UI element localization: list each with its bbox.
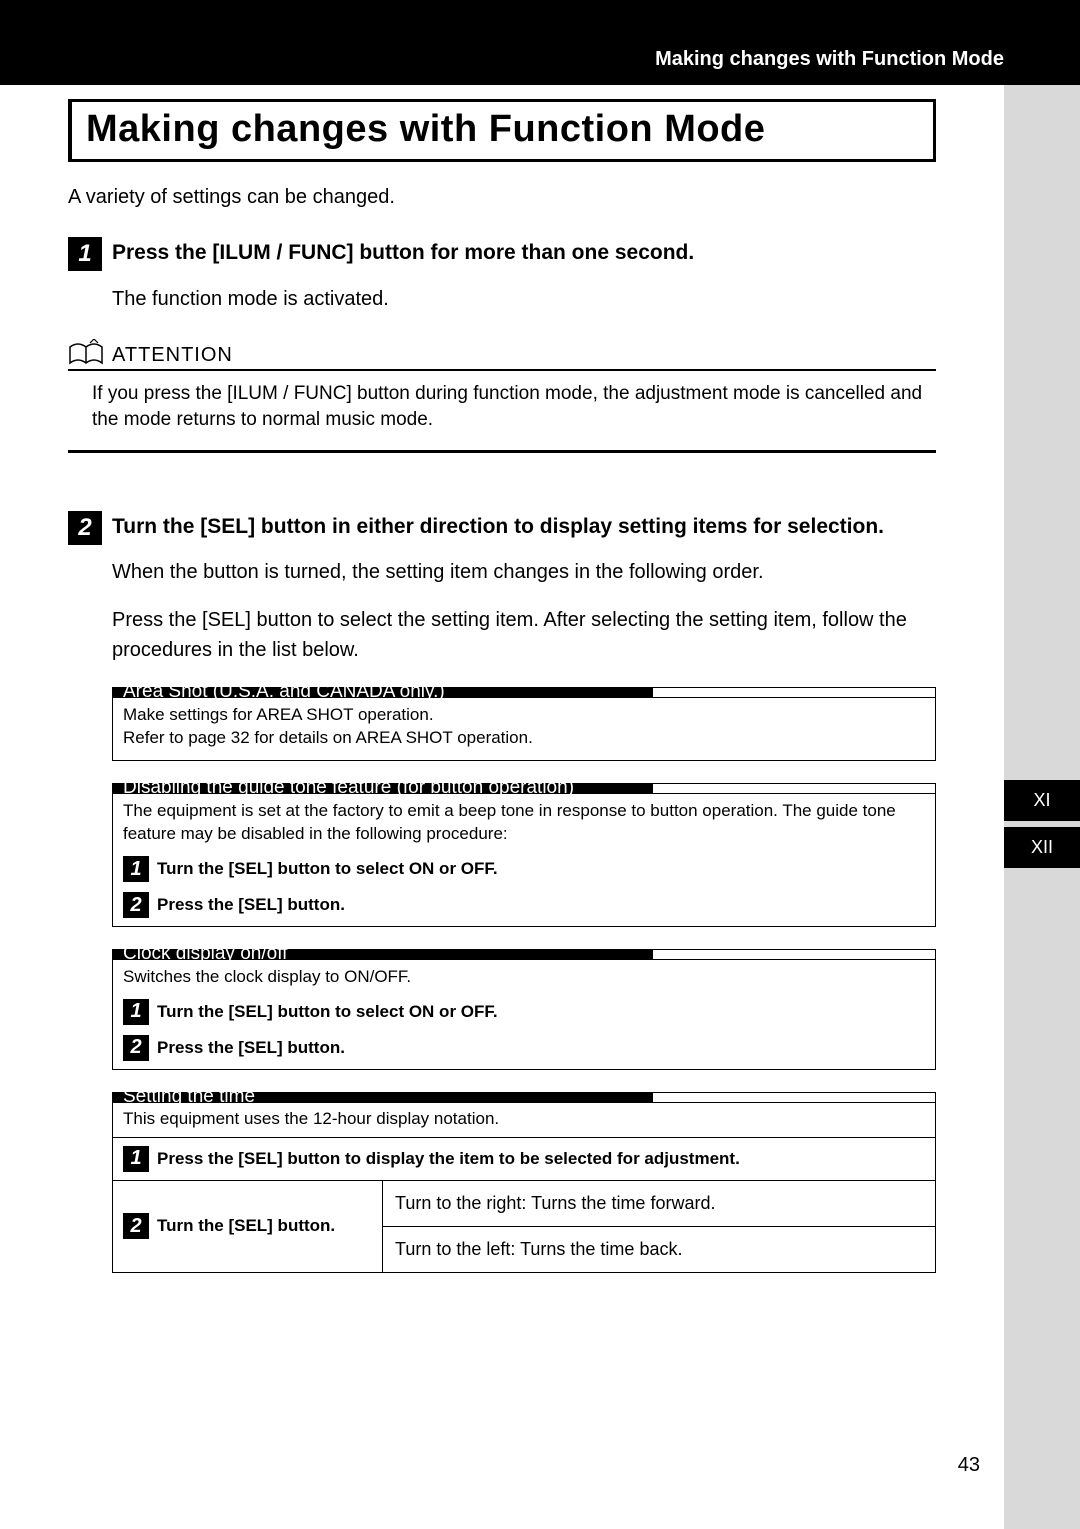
guide-tone-substep-2: 2 Press the [SEL] button. [123,892,925,918]
attention-text: If you press the [ILUM / FUNC] button du… [68,381,936,432]
attention-divider [68,450,936,453]
box-area-shot-line1: Make settings for AREA SHOT operation. [123,704,925,727]
step-2-p2: Press the [SEL] button to select the set… [112,605,936,665]
substep-text: Turn the [SEL] button. [157,1216,335,1236]
substep-number: 2 [123,892,149,918]
substep-number: 1 [123,1146,149,1172]
intro-text: A variety of settings can be changed. [68,186,936,209]
substep-number: 1 [123,856,149,882]
substep-text: Press the [SEL] button. [157,1037,345,1060]
header-title: Making changes with Function Mode [655,48,1004,71]
time-substep-1: 1 Press the [SEL] button to display the … [113,1137,935,1180]
side-tabs: XI XII [1004,780,1080,874]
attention-block: ATTENTION If you press the [ILUM / FUNC]… [68,339,936,471]
page-content: Making changes with Function Mode A vari… [0,99,1004,1273]
guide-tone-substep-1: 1 Turn the [SEL] button to select ON or … [123,856,925,882]
step-2-number: 2 [68,511,102,545]
box-time-desc: This equipment uses the 12-hour display … [113,1103,935,1137]
page-number: 43 [958,1454,980,1477]
step-2: 2 Turn the [SEL] button in either direct… [68,511,936,1273]
box-guide-tone-title: Disabling the guide tone feature (for bu… [113,784,653,793]
substep-number: 2 [123,1213,149,1239]
box-time: Setting the time This equipment uses the… [112,1092,936,1273]
substep-text: Press the [SEL] button to display the it… [157,1149,740,1169]
box-area-shot-title: Area Shot (U.S.A. and CANADA only.) [113,688,653,697]
time-substep-2: 2 Turn the [SEL] button. Turn to the rig… [113,1180,935,1272]
box-guide-tone: Disabling the guide tone feature (for bu… [112,783,936,927]
page-title: Making changes with Function Mode [86,108,919,151]
step-2-p1: When the button is turned, the setting i… [112,557,936,587]
side-tab-xi[interactable]: XI [1004,780,1080,821]
step-2-heading: Turn the [SEL] button in either directio… [112,511,936,539]
top-header-bar: Making changes with Function Mode [0,0,1080,85]
step-1-desc: The function mode is activated. [112,285,936,313]
page-title-box: Making changes with Function Mode [68,99,936,162]
substep-number: 1 [123,999,149,1025]
box-area-shot: Area Shot (U.S.A. and CANADA only.) Make… [112,687,936,761]
box-clock-title: Clock display on/off [113,950,653,959]
box-guide-tone-desc: The equipment is set at the factory to e… [123,800,925,846]
box-clock: Clock display on/off Switches the clock … [112,949,936,1070]
right-gray-strip [1004,0,1080,1529]
box-time-title: Setting the time [113,1093,653,1102]
side-tab-xii[interactable]: XII [1004,827,1080,868]
box-clock-desc: Switches the clock display to ON/OFF. [123,966,925,989]
step-1-number: 1 [68,237,102,271]
substep-text: Turn the [SEL] button to select ON or OF… [157,1001,498,1024]
substep-text: Turn the [SEL] button to select ON or OF… [157,858,498,881]
time-turn-right: Turn to the right: Turns the time forwar… [383,1181,935,1226]
attention-label: ATTENTION [112,344,233,367]
step-1-heading: Press the [ILUM / FUNC] button for more … [112,237,936,265]
time-turn-left: Turn to the left: Turns the time back. [383,1226,935,1272]
step-1: 1 Press the [ILUM / FUNC] button for mor… [68,237,936,313]
substep-text: Press the [SEL] button. [157,894,345,917]
box-area-shot-line2: Refer to page 32 for details on AREA SHO… [123,727,925,750]
book-icon [68,339,104,367]
substep-number: 2 [123,1035,149,1061]
clock-substep-1: 1 Turn the [SEL] button to select ON or … [123,999,925,1025]
clock-substep-2: 2 Press the [SEL] button. [123,1035,925,1061]
